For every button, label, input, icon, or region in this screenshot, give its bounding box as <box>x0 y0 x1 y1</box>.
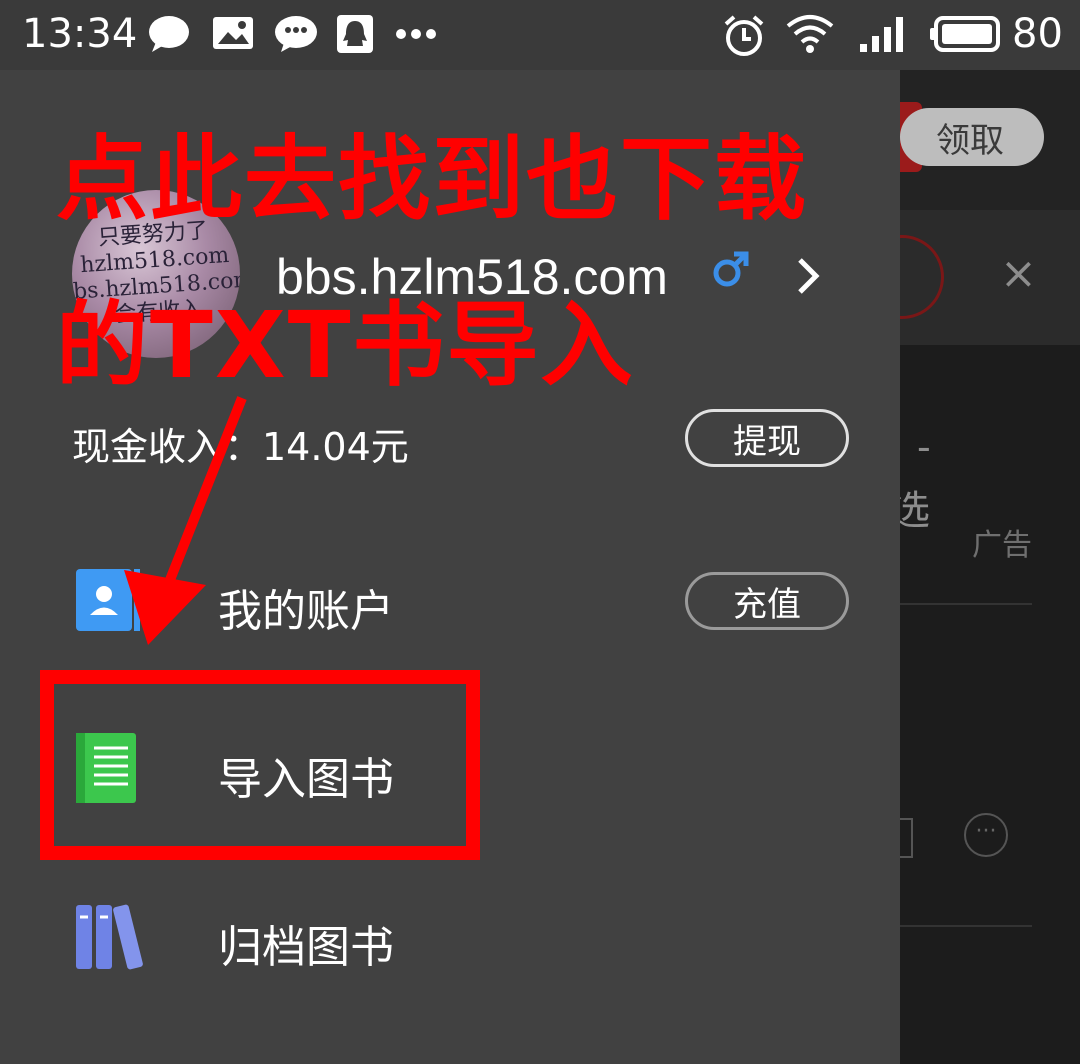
chevron-right-icon[interactable] <box>796 256 822 296</box>
battery-icon <box>930 16 1000 52</box>
annotation-highlight-box <box>40 670 480 860</box>
cash-income: 现金收入：14.04元 <box>72 425 409 469</box>
status-bar: 13:34 80 <box>0 0 1080 70</box>
menu-item-label: 我的账户 <box>218 586 394 637</box>
wechat-icon <box>275 16 317 52</box>
claim-button[interactable]: 领取 <box>900 108 1044 166</box>
image-notification-icon <box>213 17 253 49</box>
more-notifications-icon <box>396 29 436 39</box>
battery-level: 80 <box>1012 11 1063 57</box>
recharge-button[interactable]: 充值 <box>685 572 849 630</box>
wifi-icon <box>786 15 834 53</box>
annotation-line-1: 点此去找到也下载 <box>56 126 809 233</box>
menu-item-label: 归档图书 <box>218 922 394 973</box>
alarm-icon <box>724 15 764 56</box>
more-options-icon[interactable]: ··· <box>964 813 1008 857</box>
withdraw-button[interactable]: 提现 <box>685 409 849 467</box>
background-divider <box>900 603 1032 605</box>
qq-icon <box>337 15 373 53</box>
screen: 13:34 80 领取 × - 选 广告 ··· 只要努力了 hzlm518.c… <box>0 0 1080 1064</box>
background-divider <box>900 925 1032 927</box>
signal-icon <box>860 17 903 52</box>
annotation-line-2: 的TXT书导入 <box>56 292 635 399</box>
account-icon <box>76 569 140 631</box>
male-gender-icon <box>713 251 749 287</box>
status-time: 13:34 <box>22 11 138 57</box>
background-dash: - <box>917 425 931 469</box>
banner-close-icon[interactable]: × <box>1000 252 1037 296</box>
chat-bubble-icon <box>149 16 189 52</box>
menu-item-archived-books[interactable]: 归档图书 <box>0 865 900 1015</box>
ad-label: 广告 <box>972 528 1032 563</box>
archive-books-icon <box>76 904 143 970</box>
